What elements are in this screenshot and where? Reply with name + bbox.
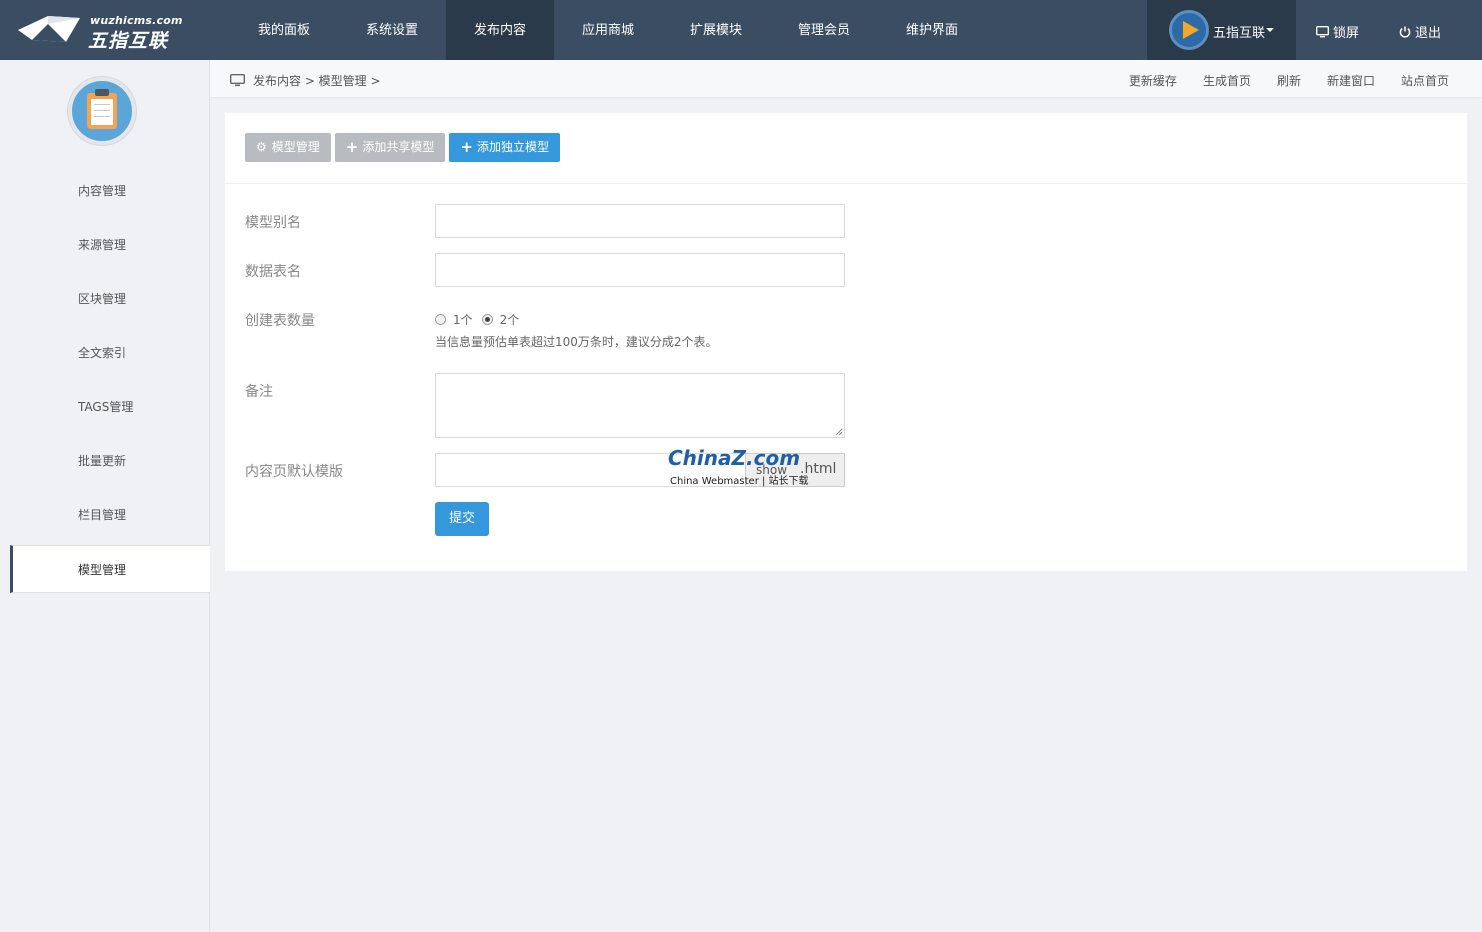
model-manage-label: 模型管理 xyxy=(271,140,320,154)
sidebar-item-fulltext-index[interactable]: 全文索引 xyxy=(0,329,210,377)
add-shared-model-button[interactable]: + 添加共享模型 xyxy=(334,133,446,162)
add-independent-model-button[interactable]: + 添加独立模型 xyxy=(449,133,560,162)
cogs-icon: ⚙ xyxy=(256,140,267,154)
table-count-option-1: 1个 xyxy=(453,313,473,327)
add-independent-model-label: 添加独立模型 xyxy=(476,140,549,154)
lock-screen-button[interactable]: 锁屏 xyxy=(1315,22,1360,42)
site-logo[interactable]: wuzhicms.com 五指互联 xyxy=(18,12,182,52)
table-count-label: 创建表数量 xyxy=(245,313,315,329)
template-label: 内容页默认模版 xyxy=(245,464,343,480)
watermark-brand: ChinaZ.com xyxy=(668,446,801,470)
nav-members[interactable]: 管理会员 xyxy=(770,0,878,60)
table-count-radio-1[interactable] xyxy=(435,314,446,325)
generate-homepage-link[interactable]: 生成首页 xyxy=(1203,72,1251,89)
plus-icon: + xyxy=(460,138,473,156)
sidebar-item-content[interactable]: 内容管理 xyxy=(0,167,210,215)
nav-system-settings[interactable]: 系统设置 xyxy=(338,0,446,60)
logo-mark-icon xyxy=(18,16,80,42)
table-count-radios: 1个 2个 xyxy=(435,311,519,328)
sidebar-item-batch-update[interactable]: 批量更新 xyxy=(0,437,210,485)
sidebar-item-models[interactable]: 模型管理 xyxy=(10,545,210,593)
breadcrumb: 发布内容 > 模型管理 > xyxy=(229,72,381,90)
update-cache-link[interactable]: 更新缓存 xyxy=(1129,72,1177,89)
user-name: 五指互联 xyxy=(1213,26,1266,41)
top-header: wuzhicms.com 五指互联 我的面板 系统设置 发布内容 应用商城 扩展… xyxy=(0,0,1482,60)
watermark-logo: ChinaZ.com China Webmaster | 站长下载 xyxy=(668,446,818,488)
new-window-link[interactable]: 新建窗口 xyxy=(1327,72,1375,89)
sidebar-item-tags[interactable]: TAGS管理 xyxy=(0,383,210,431)
remark-label: 备注 xyxy=(245,384,273,400)
user-avatar xyxy=(1169,10,1209,50)
nav-publish-content[interactable]: 发布内容 xyxy=(446,0,554,60)
table-name-input[interactable] xyxy=(435,253,845,287)
divider xyxy=(225,183,1467,184)
clipboard-icon xyxy=(68,77,136,145)
table-name-label: 数据表名 xyxy=(245,264,301,280)
model-manage-button[interactable]: ⚙ 模型管理 xyxy=(245,133,331,162)
watermark-subtitle: China Webmaster | 站长下载 xyxy=(670,476,809,487)
lock-screen-label: 锁屏 xyxy=(1333,26,1360,41)
table-count-hint: 当信息量预估单表超过100万条时，建议分成2个表。 xyxy=(435,335,718,349)
nav-maintenance[interactable]: 维护界面 xyxy=(878,0,986,60)
sidebar-item-categories[interactable]: 栏目管理 xyxy=(0,491,210,539)
sidebar-item-blocks[interactable]: 区块管理 xyxy=(0,275,210,323)
main-nav: 我的面板 系统设置 发布内容 应用商城 扩展模块 管理会员 维护界面 xyxy=(230,0,986,60)
nav-app-store[interactable]: 应用商城 xyxy=(554,0,662,60)
table-count-radio-2[interactable] xyxy=(481,314,493,325)
caret-down-icon xyxy=(1266,28,1274,32)
breadcrumb-path: 发布内容 > 模型管理 > xyxy=(253,74,381,88)
breadcrumb-bar: 发布内容 > 模型管理 > 更新缓存 生成首页 刷新 新建窗口 站点首页 xyxy=(210,60,1482,98)
add-shared-model-label: 添加共享模型 xyxy=(362,140,435,154)
sidebar-item-source[interactable]: 来源管理 xyxy=(0,221,210,269)
monitor-icon xyxy=(229,73,246,90)
sidebar: 内容管理 来源管理 区块管理 全文索引 TAGS管理 批量更新 栏目管理 模型管… xyxy=(0,60,210,932)
plus-icon: + xyxy=(345,138,359,156)
site-home-link[interactable]: 站点首页 xyxy=(1401,72,1449,89)
model-alias-label: 模型别名 xyxy=(245,215,301,231)
user-menu[interactable]: 五指互联 xyxy=(1147,0,1296,60)
logo-brand-text: 五指互联 xyxy=(88,30,169,52)
monitor-icon xyxy=(1315,25,1330,42)
quick-links: 更新缓存 生成首页 刷新 新建窗口 站点首页 xyxy=(1129,72,1449,89)
toolbar: ⚙ 模型管理 + 添加共享模型 + 添加独立模型 xyxy=(245,133,560,162)
remark-textarea[interactable] xyxy=(435,373,845,438)
power-icon xyxy=(1399,26,1411,42)
table-count-option-2: 2个 xyxy=(499,313,520,327)
nav-extensions[interactable]: 扩展模块 xyxy=(662,0,770,60)
logout-button[interactable]: 退出 xyxy=(1399,22,1441,42)
resize-handle-icon[interactable] xyxy=(835,428,843,436)
model-alias-input[interactable] xyxy=(435,204,845,238)
main-panel: ⚙ 模型管理 + 添加共享模型 + 添加独立模型 模型别名 数据表名 创建表数量… xyxy=(225,113,1467,571)
logout-label: 退出 xyxy=(1415,26,1442,41)
submit-button[interactable]: 提交 xyxy=(435,502,489,536)
refresh-link[interactable]: 刷新 xyxy=(1277,72,1301,89)
nav-dashboard[interactable]: 我的面板 xyxy=(230,0,338,60)
